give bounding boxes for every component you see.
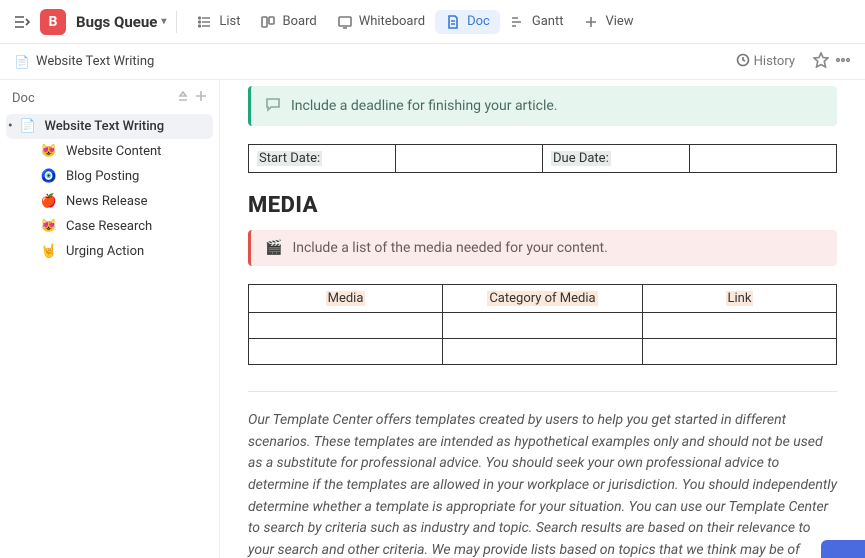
view-tab-label: Gantt [532,14,564,29]
favorite-button[interactable] [813,52,829,72]
chevron-down-icon: ▾ [161,16,166,27]
link-col-header: Link [726,291,754,306]
sidebar-item-label: Website Content [66,144,161,159]
sidebar-item[interactable]: 🍎 News Release [6,189,213,214]
view-tab-label: Doc [467,14,490,29]
doc-small-icon: 📄 [14,54,30,70]
sidebar-item-label: Blog Posting [66,169,139,184]
breadcrumb[interactable]: Website Text Writing [36,54,154,69]
add-page-button[interactable] [195,90,207,106]
floating-action-button[interactable] [821,540,865,558]
space-badge[interactable]: B [40,9,66,35]
media-heading: MEDIA [248,193,837,218]
media-col-header: Media [326,291,366,306]
sidebar-item[interactable]: 🤘 Urging Action [6,239,213,264]
start-date-label: Start Date: [257,151,322,166]
sidebar-item-icon: 🤘 [40,244,58,259]
sidebar-item[interactable]: 😻 Case Research [6,214,213,239]
list-icon [197,14,213,30]
doc-content[interactable]: Include a deadline for finishing your ar… [220,80,865,558]
sidebar-item-icon: 🍎 [40,194,58,209]
sidebar-item[interactable]: 🧿 Blog Posting [6,164,213,189]
start-date-cell[interactable] [396,145,543,173]
add-view-button[interactable]: View [573,10,643,34]
due-date-cell[interactable] [690,145,837,173]
media-callout: 🎬 Include a list of the media needed for… [248,230,837,266]
chat-icon [265,96,281,116]
history-button[interactable]: History [736,53,795,71]
view-tab-label: Whiteboard [359,14,425,29]
view-tab-gantt[interactable]: Gantt [500,10,574,34]
sidebar-item-icon: 📄 [19,119,37,134]
view-tab-board[interactable]: Board [250,10,326,34]
view-tab-doc[interactable]: Doc [435,10,500,34]
space-name-label: Bugs Queue [76,13,157,31]
history-label: History [754,54,795,69]
sidebar-item-label: News Release [66,194,148,209]
sidebar-item-icon: 😻 [40,144,58,159]
sidebar-item-icon: 🧿 [40,169,58,184]
history-icon [736,53,750,71]
due-date-label: Due Date: [551,151,611,166]
separator [176,11,177,33]
table-row: Start Date: Due Date: [249,145,837,173]
sidebar-heading-label: Doc [12,91,35,106]
media-callout-text: Include a list of the media needed for y… [292,240,607,256]
plus-icon [583,14,599,30]
board-icon [260,14,276,30]
dates-table[interactable]: Start Date: Due Date: [248,144,837,173]
view-tab-whiteboard[interactable]: Whiteboard [327,10,435,34]
gantt-icon [510,14,526,30]
media-table[interactable]: Media Category of Media Link [248,284,837,365]
doc-sidebar: Doc 📄 Website Text Writing 😻 Website Conten… [0,80,220,558]
subbar: 📄 Website Text Writing History [0,44,865,80]
sidebar-item-label: Urging Action [66,244,144,259]
divider [248,391,837,392]
sidebar-tree: 📄 Website Text Writing 😻 Website Content 🧿 Bl… [6,114,213,264]
main-area: Doc 📄 Website Text Writing 😻 Website Conten… [0,80,865,558]
deadline-callout-text: Include a deadline for finishing your ar… [291,98,557,114]
sidebar-heading: Doc [6,80,213,114]
topbar: B Bugs Queue ▾ List Board Whiteboard Doc… [0,0,865,44]
add-view-label: View [605,14,633,29]
whiteboard-icon [337,14,353,30]
view-tab-label: List [219,14,240,29]
table-header-row: Media Category of Media Link [249,285,837,313]
more-menu-button[interactable] [835,52,851,72]
sidebar-toggle[interactable] [10,10,34,34]
sidebar-item-label: Website Text Writing [45,119,165,134]
view-tab-label: Board [282,14,316,29]
sidebar-item-label: Case Research [66,219,152,234]
table-row[interactable] [249,339,837,365]
view-tab-list[interactable]: List [187,10,250,34]
space-name-dropdown[interactable]: Bugs Queue ▾ [76,13,166,31]
sidebar-item-icon: 😻 [40,219,58,234]
doc-icon [445,14,461,30]
category-col-header: Category of Media [487,291,597,306]
collapse-icon[interactable] [177,90,189,106]
sidebar-item[interactable]: 😻 Website Content [6,139,213,164]
template-disclaimer: Our Template Center offers templates cre… [248,410,837,558]
sidebar-item[interactable]: 📄 Website Text Writing [6,114,213,139]
media-icon: 🎬 [265,240,282,256]
table-row[interactable] [249,313,837,339]
deadline-callout: Include a deadline for finishing your ar… [248,86,837,126]
